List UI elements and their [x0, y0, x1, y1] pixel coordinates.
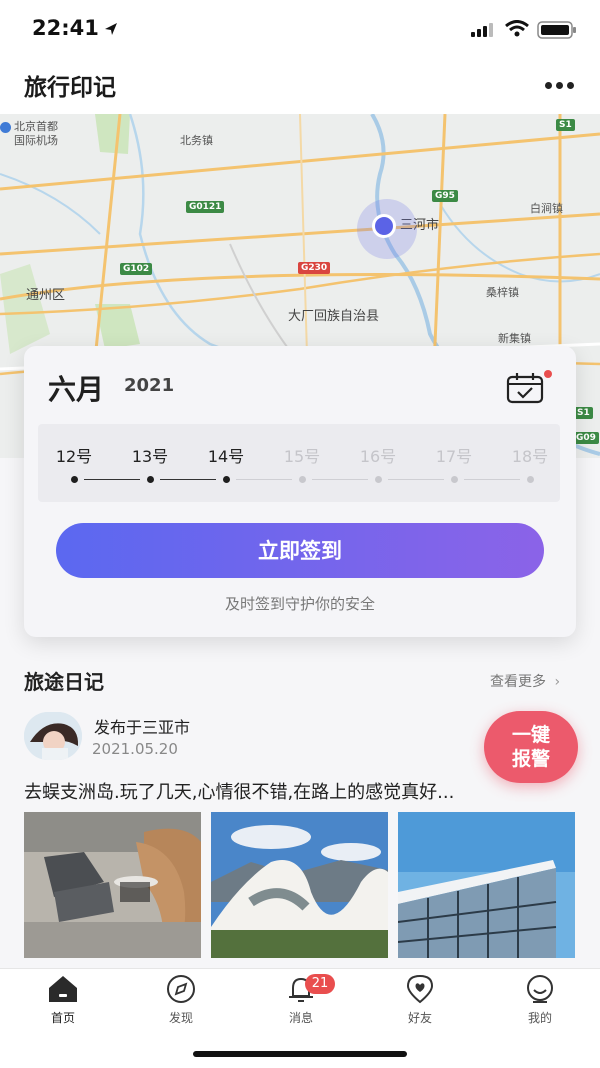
post-text: 去蜈支洲岛.玩了几天,心情很不错,在路上的感觉真好... [24, 782, 455, 803]
wifi-icon [505, 20, 529, 37]
sos-alarm-button[interactable]: 一键 报警 [484, 711, 578, 783]
date-dot [375, 476, 382, 483]
post-location: 发布于三亚市 [94, 718, 191, 737]
road-shield: G95 [432, 190, 458, 202]
view-more-link[interactable]: 查看更多 › [490, 671, 560, 691]
date-dot [527, 476, 534, 483]
home-indicator [193, 1051, 407, 1057]
chevron-right-icon: › [554, 674, 561, 690]
tab-label: 消息 [288, 1011, 313, 1025]
road-shield: G0121 [186, 201, 225, 213]
checkin-hint: 及时签到守护你的安全 [224, 595, 375, 613]
date-label: 12号 [55, 447, 93, 466]
map-label: 新集镇 [498, 332, 531, 345]
road-shield: S1 [574, 407, 593, 419]
avatar-image [24, 712, 82, 760]
date-dot [147, 476, 154, 483]
tab-discover[interactable]: 发现 [141, 972, 221, 1028]
home-icon [49, 976, 77, 1002]
date-connector [236, 479, 292, 480]
map-label: 北务镇 [180, 134, 213, 147]
tab-label: 发现 [168, 1011, 193, 1025]
sos-line1: 一键 [511, 724, 550, 746]
map-label: 大厂回族自治县 [288, 309, 380, 324]
checkin-year: 2021 [124, 375, 175, 396]
date-dot [71, 476, 78, 483]
date-connector [464, 479, 520, 480]
checkin-button[interactable]: 立即签到 [56, 523, 544, 578]
more-dot-icon [567, 82, 574, 89]
smiley-icon [527, 975, 553, 1003]
more-dot-icon [556, 82, 563, 89]
page-title: 旅行印记 [24, 75, 116, 101]
photo-glass-building [398, 812, 575, 958]
signal-icon [471, 23, 493, 37]
date-connector [84, 479, 140, 480]
location-arrow-icon [105, 23, 117, 35]
date-connector [312, 479, 368, 480]
date-dot [299, 476, 306, 483]
calendar-button[interactable] [504, 369, 554, 409]
tab-label: 首页 [50, 1011, 75, 1025]
more-options-button[interactable] [540, 74, 580, 96]
road-shield: G09 [573, 432, 599, 444]
post-photo-2[interactable] [211, 812, 388, 958]
map-label: 国际机场 [14, 134, 58, 147]
message-badge: 21 [305, 974, 335, 994]
post-photo-3[interactable] [398, 812, 575, 958]
more-dot-icon [545, 82, 552, 89]
tab-label: 我的 [527, 1011, 552, 1025]
compass-icon [167, 975, 195, 1003]
battery-icon [537, 21, 576, 39]
tab-home[interactable]: 首页 [23, 972, 103, 1028]
airport-icon [0, 122, 11, 133]
section-title: 旅途日记 [24, 670, 104, 694]
map-label: 白涧镇 [530, 202, 563, 215]
road-shield: G102 [120, 263, 153, 275]
view-more-label: 查看更多 [490, 674, 546, 690]
friend-location-icon [406, 974, 434, 1004]
tab-friends[interactable]: 好友 [380, 972, 460, 1028]
photo-lounge-chairs [24, 812, 201, 958]
calendar-icon [506, 370, 552, 404]
date-label: 18号 [511, 447, 549, 466]
road-shield: S1 [556, 119, 575, 131]
date-connector [160, 479, 216, 480]
sos-line2: 报警 [511, 748, 550, 770]
tab-profile[interactable]: 我的 [500, 972, 580, 1028]
date-connector [388, 479, 444, 480]
avatar[interactable] [24, 712, 82, 760]
post-date: 2021.05.20 [92, 740, 178, 758]
checkin-month: 六月 [48, 373, 105, 406]
date-dot [223, 476, 230, 483]
road-shield: G230 [298, 262, 331, 274]
map-label: 桑梓镇 [486, 286, 519, 299]
post-photo-1[interactable] [24, 812, 201, 958]
date-label: 17号 [435, 447, 473, 466]
current-location-marker [372, 214, 396, 238]
tab-label: 好友 [407, 1011, 432, 1025]
date-label: 16号 [359, 447, 397, 466]
status-time: 22:41 [32, 16, 99, 40]
date-label: 14号 [207, 447, 245, 466]
date-label: 15号 [283, 447, 321, 466]
date-dot [451, 476, 458, 483]
date-label: 13号 [131, 447, 169, 466]
photo-wave-building [211, 812, 388, 958]
map-label: 通州区 [26, 288, 66, 303]
